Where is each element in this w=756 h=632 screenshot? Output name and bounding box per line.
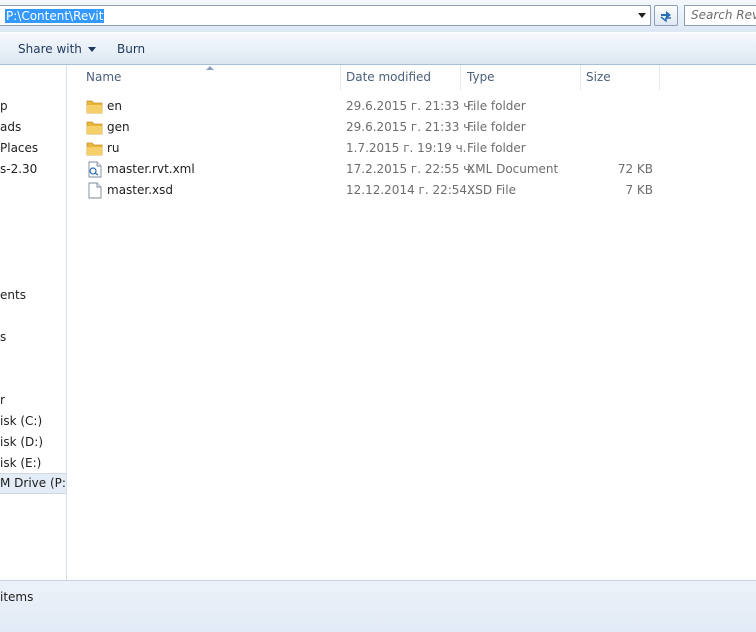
file-name: ru <box>107 141 120 155</box>
nav-item[interactable]: r <box>0 390 5 410</box>
file-row[interactable]: en 29.6.2015 г. 21:33 ч. File folder <box>67 96 756 117</box>
column-divider[interactable] <box>659 65 660 90</box>
address-path[interactable]: P:\Content\Revit <box>5 9 105 23</box>
refresh-icon <box>660 10 671 23</box>
file-date: 17.2.2015 г. 22:55 ч. <box>346 162 475 176</box>
file-type: File folder <box>467 99 526 113</box>
file-name: en <box>107 99 122 113</box>
file-row[interactable]: master.rvt.xml 17.2.2015 г. 22:55 ч. XML… <box>67 159 756 180</box>
file-size <box>580 96 653 117</box>
search-input[interactable]: Search Revit <box>684 5 756 26</box>
refresh-button[interactable] <box>654 5 678 26</box>
navigation-pane[interactable]: p ads Places s-2.30 ents s r isk (C:) is… <box>0 65 67 580</box>
file-size: 72 KB <box>617 162 653 176</box>
nav-item[interactable]: s <box>0 327 6 347</box>
nav-item-drive-d[interactable]: isk (D:) <box>0 432 43 452</box>
chevron-down-icon <box>637 13 646 18</box>
status-bar: items <box>0 580 756 632</box>
column-header-name[interactable]: Name <box>86 65 121 90</box>
folder-icon <box>86 142 103 156</box>
file-name: master.xsd <box>107 183 173 197</box>
nav-item-drive-p[interactable]: M Drive (P:) R <box>0 473 66 494</box>
address-bar: P:\Content\Revit Search Revit <box>0 0 756 32</box>
column-divider[interactable] <box>340 65 341 90</box>
nav-item[interactable]: ents <box>0 285 26 305</box>
nav-item-drive-c[interactable]: isk (C:) <box>0 411 42 431</box>
file-size <box>580 117 653 138</box>
folder-icon <box>86 100 103 114</box>
column-divider[interactable] <box>460 65 461 90</box>
file-size <box>580 138 653 159</box>
file-name: gen <box>107 120 130 134</box>
nav-item[interactable]: p <box>0 96 8 116</box>
file-name: master.rvt.xml <box>107 162 195 176</box>
search-placeholder: Search Revit <box>691 8 756 22</box>
share-with-button[interactable]: Share with <box>18 33 96 65</box>
folder-icon <box>86 121 103 135</box>
file-date: 29.6.2015 г. 21:33 ч. <box>346 99 475 113</box>
file-date: 12.12.2014 г. 22:54... <box>346 183 479 197</box>
column-header-type[interactable]: Type <box>467 65 495 90</box>
address-field[interactable]: P:\Content\Revit <box>0 5 651 26</box>
burn-button[interactable]: Burn <box>117 33 145 65</box>
file-row[interactable]: master.xsd 12.12.2014 г. 22:54... XSD Fi… <box>67 180 756 201</box>
file-type: XML Document <box>467 162 559 176</box>
nav-item[interactable]: s-2.30 <box>0 159 37 179</box>
file-date: 29.6.2015 г. 21:33 ч. <box>346 120 475 134</box>
burn-label: Burn <box>117 42 146 56</box>
chevron-down-icon <box>87 47 96 52</box>
nav-item-drive-e[interactable]: isk (E:) <box>0 453 41 473</box>
file-size: 7 KB <box>625 183 653 197</box>
address-dropdown-button[interactable] <box>634 7 649 24</box>
file-row[interactable]: ru 1.7.2015 г. 19:19 ч. File folder <box>67 138 756 159</box>
nav-item[interactable]: ads <box>0 117 21 137</box>
column-divider[interactable] <box>580 65 581 90</box>
share-with-label: Share with <box>18 42 82 56</box>
column-header-size[interactable]: Size <box>586 65 611 90</box>
xml-file-icon <box>88 161 102 178</box>
file-type: File folder <box>467 141 526 155</box>
file-list[interactable]: Name Date modified Type Size en 29.6.201… <box>67 65 756 580</box>
file-icon <box>88 182 102 199</box>
file-type: XSD File <box>467 183 516 197</box>
sort-ascending-icon <box>206 66 214 70</box>
column-header-date[interactable]: Date modified <box>346 65 431 90</box>
file-type: File folder <box>467 120 526 134</box>
item-count: items <box>0 590 34 604</box>
nav-item[interactable]: Places <box>0 138 38 158</box>
file-date: 1.7.2015 г. 19:19 ч. <box>346 141 467 155</box>
file-row[interactable]: gen 29.6.2015 г. 21:33 ч. File folder <box>67 117 756 138</box>
command-bar: Share with Burn <box>0 32 756 65</box>
